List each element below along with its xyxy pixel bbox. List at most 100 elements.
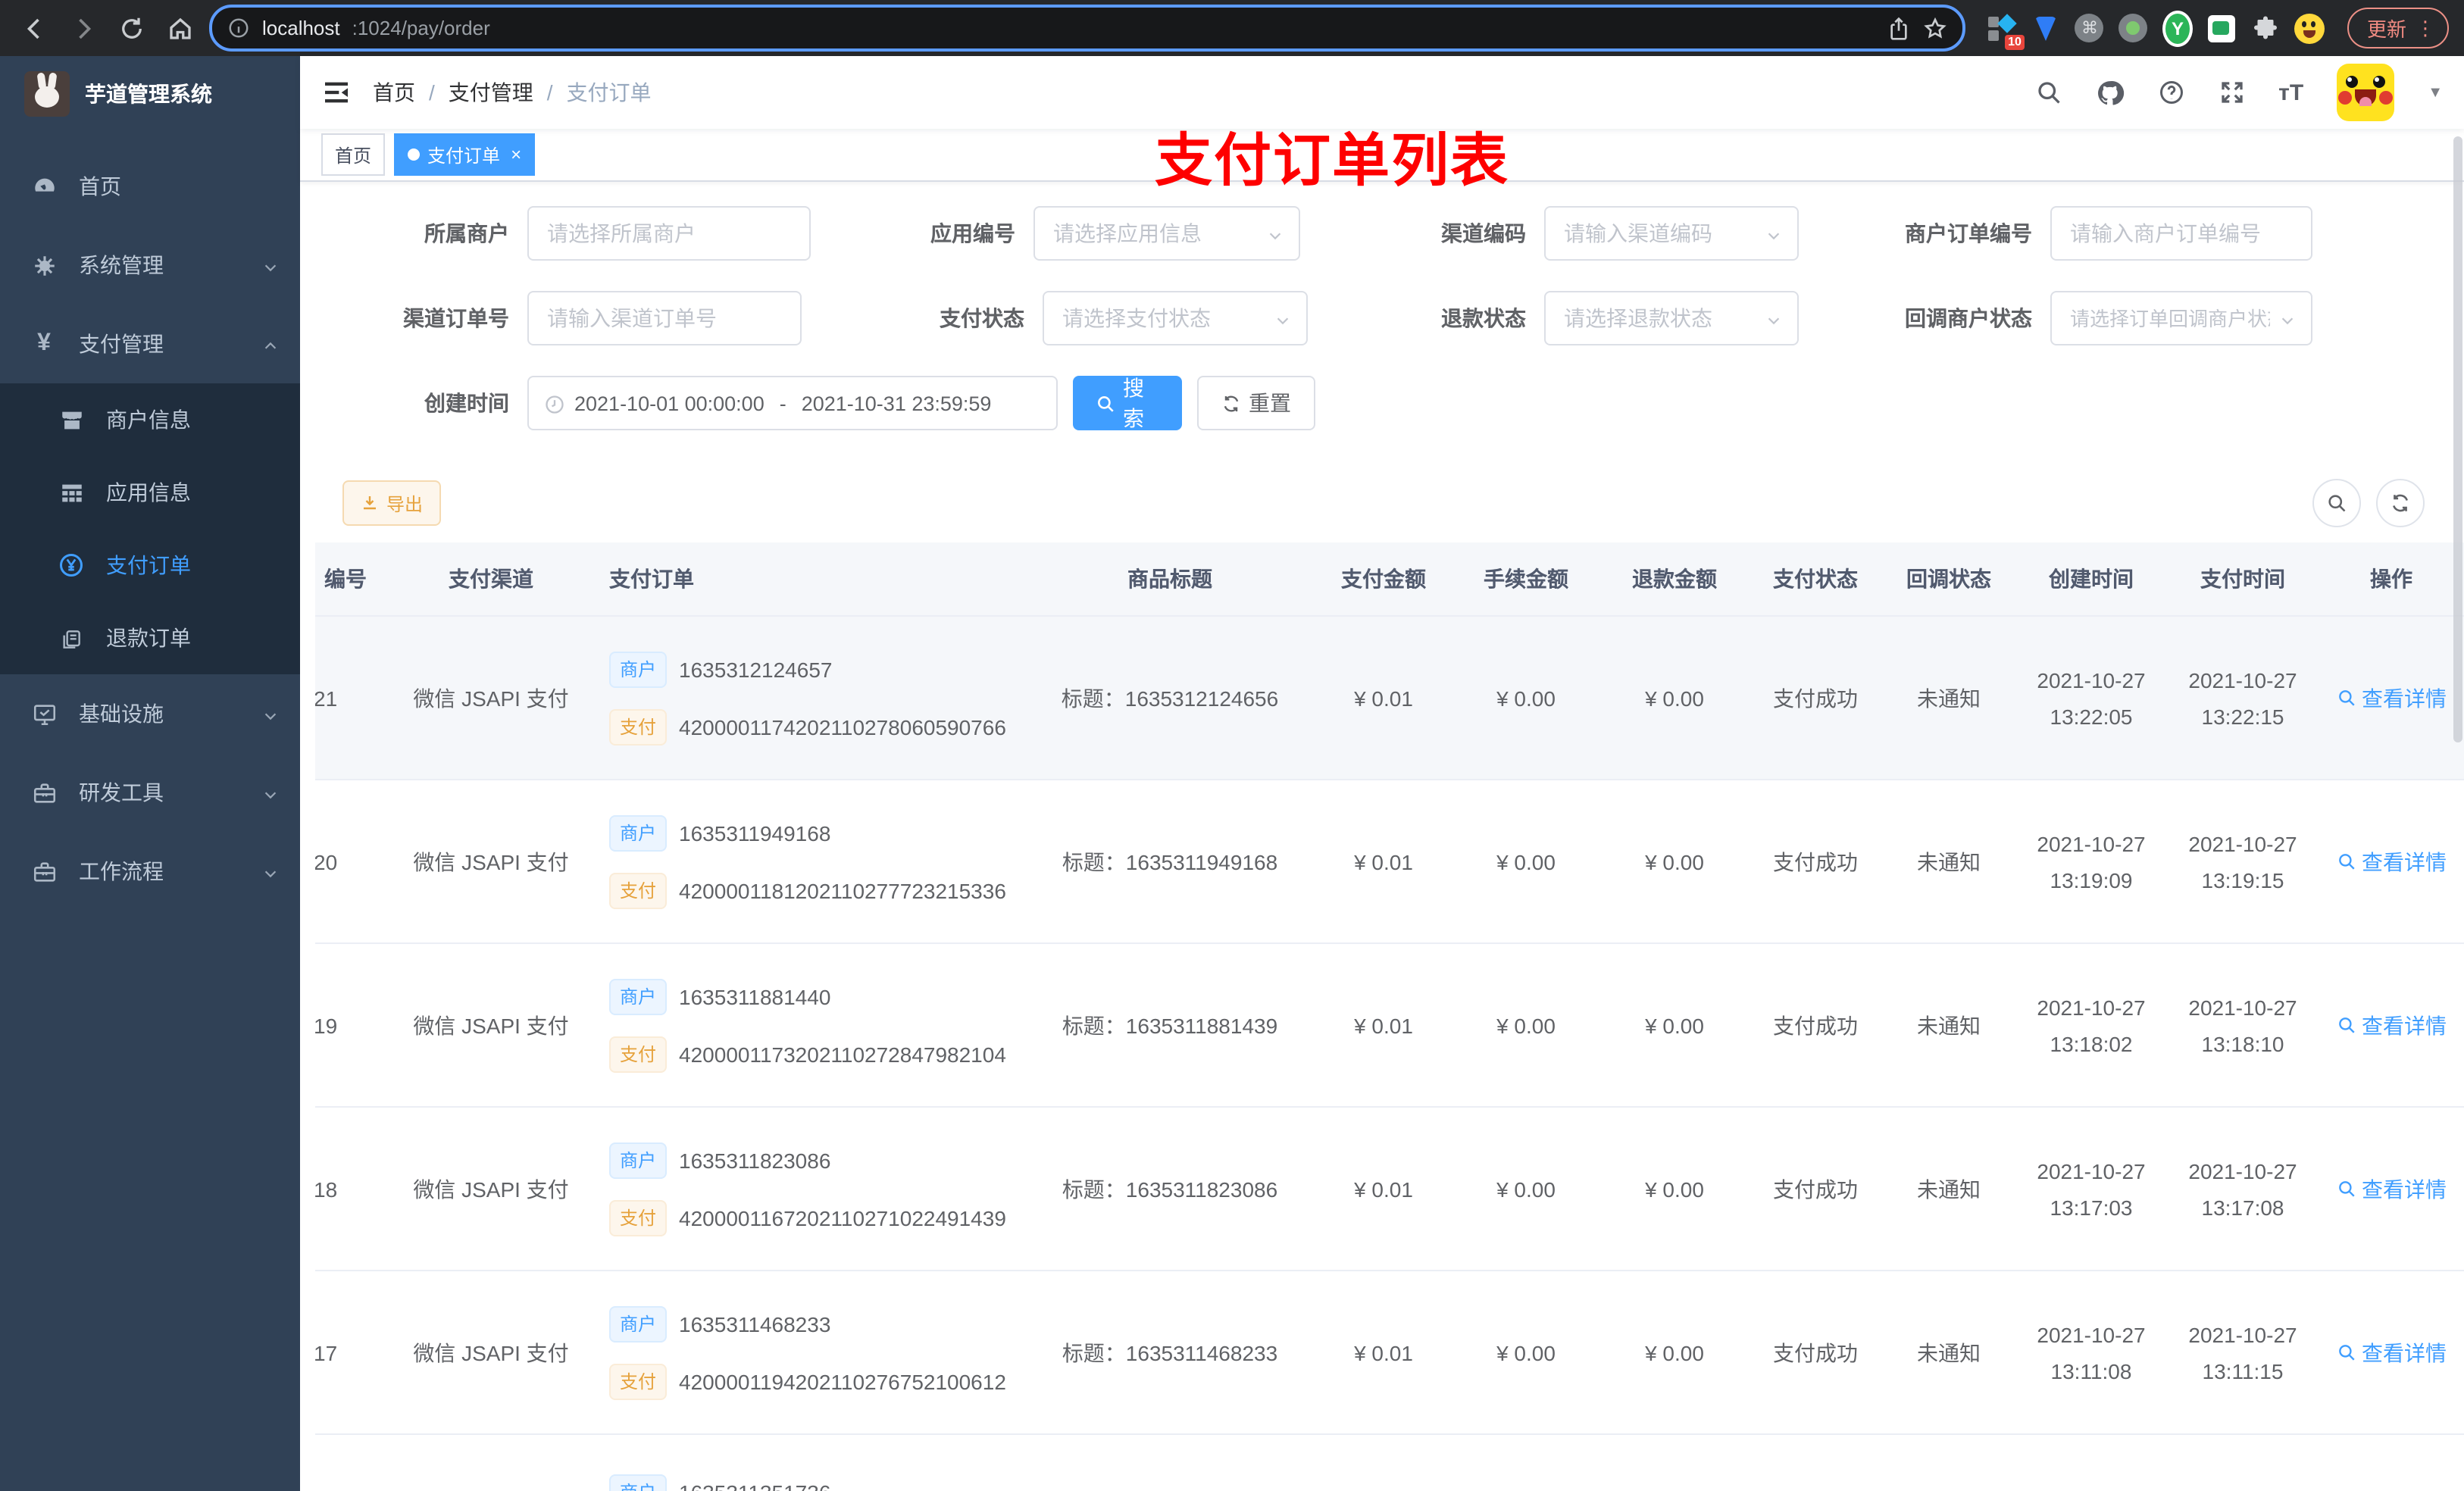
- back-icon: [27, 17, 39, 39]
- reset-button-label: 重置: [1249, 391, 1291, 415]
- merchant-input[interactable]: [544, 220, 794, 247]
- browser-forward-button[interactable]: [64, 8, 103, 48]
- sidebar-item-pay-order[interactable]: 支付订单: [0, 529, 300, 602]
- channel-order-no-field[interactable]: [527, 291, 802, 345]
- created-time-cell: 2021-10-27 13:11:08: [2037, 1322, 2146, 1383]
- github-link[interactable]: [2095, 78, 2124, 107]
- filter-label: 商户订单编号: [1905, 221, 2032, 245]
- sidebar-item-pay[interactable]: ¥ 支付管理: [0, 305, 300, 383]
- fee-cell: ¥ 0.00: [1496, 1177, 1556, 1201]
- puzzle-icon: [2253, 15, 2277, 39]
- breadcrumb-pay-manage[interactable]: 支付管理: [449, 77, 533, 108]
- yen-circle-icon: [58, 552, 85, 580]
- reset-button[interactable]: 重置: [1197, 376, 1315, 430]
- user-avatar[interactable]: [2337, 64, 2395, 121]
- browser-reload-button[interactable]: [112, 8, 152, 48]
- browser-back-button[interactable]: [15, 8, 55, 48]
- col-header-notify: 回调状态: [1906, 567, 1991, 591]
- merchant-tag: 商户: [609, 978, 668, 1014]
- browser-update-button[interactable]: 更新 ⋮: [2347, 8, 2449, 48]
- header-search-button[interactable]: [2034, 79, 2062, 107]
- pay-status-cell: 支付成功: [1773, 1013, 1858, 1037]
- merchant-order-no-input[interactable]: [2067, 220, 2296, 247]
- page-scrollbar[interactable]: [2453, 136, 2462, 742]
- action-cell: 查看详情: [2319, 1174, 2464, 1204]
- sidebar-item-app-info[interactable]: 应用信息: [0, 456, 300, 529]
- close-icon[interactable]: ×: [511, 144, 521, 165]
- search-button-label: 搜索: [1123, 376, 1144, 430]
- url-host: localhost: [262, 17, 340, 39]
- view-detail-link[interactable]: 查看详情: [2336, 1337, 2447, 1368]
- action-cell: 查看详情: [2319, 1337, 2464, 1368]
- order-id-cell: 19: [315, 1013, 338, 1037]
- sidebar-toggle-button[interactable]: [321, 77, 352, 108]
- merchant-select[interactable]: [527, 206, 811, 261]
- browser-home-button[interactable]: [161, 8, 200, 48]
- sidebar-item-refund-order[interactable]: 退款订单: [0, 602, 300, 674]
- pay-tag: 支付: [609, 872, 668, 908]
- channel-code-select[interactable]: [1544, 206, 1799, 261]
- view-detail-link[interactable]: 查看详情: [2336, 1010, 2447, 1040]
- table-row: 19 微信 JSAPI 支付 商户 1635311881440 支付 4200001…: [315, 944, 2464, 1108]
- search-button[interactable]: 搜索: [1073, 376, 1182, 430]
- toggle-search-button[interactable]: [2312, 479, 2361, 527]
- channel-order-no-input[interactable]: [544, 305, 785, 332]
- sidebar-item-system[interactable]: 系统管理: [0, 226, 300, 305]
- view-detail-link[interactable]: 查看详情: [2336, 683, 2447, 713]
- pay-tag: 支付: [609, 708, 668, 745]
- extension-command-icon[interactable]: ⌘: [2075, 13, 2105, 43]
- address-bar[interactable]: localhost:1024/pay/order: [209, 5, 1965, 52]
- created-time-cell: 2021-10-27 13:19:09: [2037, 831, 2146, 892]
- extensions-puzzle-icon[interactable]: [2250, 13, 2281, 43]
- extension-pinned-icon[interactable]: 10: [1987, 13, 2025, 49]
- channel-code-input[interactable]: [1561, 220, 1759, 247]
- tag-pay-order[interactable]: 支付订单 ×: [394, 133, 536, 176]
- sidebar-logo[interactable]: 芋道管理系统: [0, 56, 300, 132]
- font-size-button[interactable]: ᴛT: [2278, 80, 2303, 105]
- sidebar-item-devtools[interactable]: 研发工具: [0, 753, 300, 832]
- pay-status-input[interactable]: [1059, 305, 1268, 332]
- search-icon: [2338, 1345, 2354, 1361]
- help-button[interactable]: [2157, 79, 2184, 107]
- extension-chat-icon[interactable]: [2206, 13, 2237, 43]
- profile-avatar-icon[interactable]: [2294, 13, 2325, 43]
- created-time-cell: 2021-10-27 13:17:03: [2037, 1158, 2146, 1219]
- toolbox-icon: [30, 858, 58, 885]
- sidebar-item-workflow[interactable]: 工作流程: [0, 832, 300, 911]
- extension-recorder-icon[interactable]: [2118, 13, 2149, 43]
- filter-label: 创建时间: [424, 391, 509, 415]
- sidebar-item-label: 研发工具: [79, 780, 164, 805]
- bookmark-star-icon[interactable]: [1923, 16, 1947, 40]
- merchant-order-no-field[interactable]: [2050, 206, 2312, 261]
- tag-home[interactable]: 首页: [321, 133, 386, 176]
- refund-status-select[interactable]: [1544, 291, 1799, 345]
- app-input[interactable]: [1050, 220, 1261, 247]
- user-menu-caret-icon[interactable]: ▼: [2428, 84, 2443, 101]
- active-dot-icon: [408, 148, 421, 161]
- sidebar-item-home[interactable]: 首页: [0, 147, 300, 226]
- export-button[interactable]: 导出: [342, 480, 442, 526]
- pay-tag: 支付: [609, 1036, 668, 1072]
- extension-y-icon[interactable]: Y: [2162, 10, 2193, 46]
- product-title-cell: 标题：1635311468233: [1062, 1340, 1278, 1364]
- app-select[interactable]: [1033, 206, 1300, 261]
- refresh-table-button[interactable]: [2376, 479, 2425, 527]
- action-cell: 查看详情: [2319, 1010, 2464, 1040]
- sidebar-item-merchant-info[interactable]: 商户信息: [0, 383, 300, 456]
- refund-cell: ¥ 0.00: [1645, 1177, 1704, 1201]
- extension-balloon-icon[interactable]: [2031, 13, 2061, 43]
- breadcrumb-home[interactable]: 首页: [373, 77, 415, 108]
- share-icon[interactable]: [1887, 16, 1911, 40]
- pay-status-select[interactable]: [1043, 291, 1308, 345]
- action-cell: 查看详情: [2319, 683, 2464, 713]
- filter-label: 渠道编码: [1441, 221, 1526, 245]
- notify-status-input[interactable]: [2067, 305, 2273, 331]
- view-detail-link[interactable]: 查看详情: [2336, 1174, 2447, 1204]
- view-detail-link[interactable]: 查看详情: [2336, 846, 2447, 877]
- create-time-range-picker[interactable]: 2021-10-01 00:00:00 - 2021-10-31 23:59:5…: [527, 376, 1058, 430]
- refund-status-input[interactable]: [1561, 305, 1759, 332]
- sidebar-item-infra[interactable]: 基础设施: [0, 674, 300, 753]
- fullscreen-button[interactable]: [2218, 79, 2245, 107]
- col-header-status: 支付状态: [1773, 567, 1858, 591]
- notify-status-select[interactable]: [2050, 291, 2312, 345]
